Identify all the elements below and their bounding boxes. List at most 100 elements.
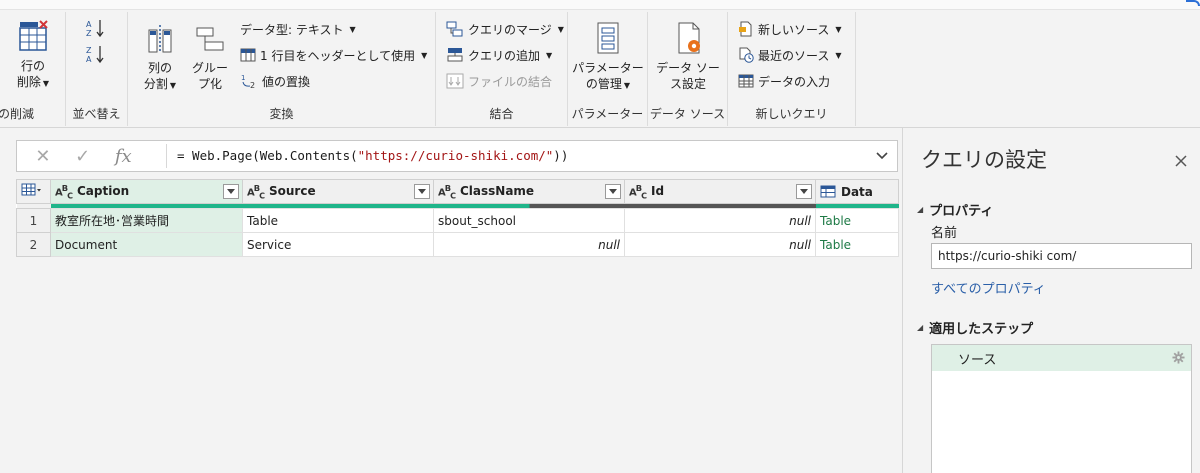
recent-sources-icon: [739, 47, 754, 63]
formula-input[interactable]: = Web.Page(Web.Contents("https://curio-s…: [177, 141, 568, 171]
split-column-icon: [148, 25, 172, 53]
row-number[interactable]: 1: [16, 208, 51, 233]
text-type-icon[interactable]: ABC: [55, 183, 73, 200]
new-source-button[interactable]: 新しいソース ▼: [738, 18, 842, 40]
remove-rows-label-2: 削除 ▼: [16, 75, 50, 89]
column-name-source: Source: [268, 184, 316, 199]
new-source-icon: [739, 21, 752, 37]
function-fx-icon[interactable]: fx: [115, 146, 132, 167]
column-header-source[interactable]: ABC Source: [242, 179, 434, 204]
group-by-icon: [196, 27, 224, 51]
combine-files-label: ファイルの結合: [468, 74, 553, 89]
svg-text:Z: Z: [86, 29, 92, 38]
append-queries-button[interactable]: クエリの追加 ▼: [446, 44, 552, 66]
query-settings-pane: クエリの設定 ◢ プロパティ 名前 https://curio-shiki co…: [902, 128, 1200, 473]
column-header-classname[interactable]: ABC ClassName: [433, 179, 625, 204]
group-label-sort: 並べ替え: [72, 107, 121, 121]
data-type-label: データ型: テキスト: [240, 22, 344, 37]
data-source-settings-icon: [678, 22, 700, 54]
filter-dropdown-icon[interactable]: [796, 184, 812, 199]
text-type-icon[interactable]: ABC: [629, 183, 647, 200]
group-label-reduce-rows: の削減: [0, 107, 35, 121]
text-type-icon[interactable]: ABC: [247, 183, 265, 200]
collapse-triangle-icon[interactable]: ◢: [917, 323, 923, 332]
row-number[interactable]: 2: [16, 232, 51, 257]
group-label-parameters: パラメーター: [571, 107, 644, 121]
replace-values-button[interactable]: 1 2 値の置換: [240, 70, 310, 92]
ribbon: 行の 削除 ▼ の削減 A Z Z A 並べ替え 列の 分割 ▼ グルー プ化 …: [0, 0, 1200, 128]
query-name-input[interactable]: https://curio-shiki com/: [931, 243, 1192, 269]
close-icon[interactable]: [1174, 154, 1188, 168]
cell-source[interactable]: Service: [242, 232, 434, 257]
cell-source[interactable]: Table: [242, 208, 434, 233]
split-column-label-1: 列の: [147, 61, 172, 75]
cancel-formula-icon[interactable]: ✕: [35, 146, 50, 167]
split-column-button[interactable]: 列の 分割 ▼: [136, 22, 184, 94]
column-name-data: Data: [841, 184, 873, 199]
cell-caption[interactable]: 教室所在地･営業時間: [50, 208, 243, 233]
filter-dropdown-icon[interactable]: [605, 184, 621, 199]
chevron-down-icon: ▼: [421, 50, 428, 60]
column-header-id[interactable]: ABC Id: [624, 179, 816, 204]
group-transform: 列の 分割 ▼ グルー プ化 データ型: テキスト ▼ 1 行目をヘッダーとして使用…: [128, 12, 436, 126]
use-first-row-as-headers-button[interactable]: 1 行目をヘッダーとして使用 ▼: [240, 44, 427, 66]
svg-text:2: 2: [250, 81, 255, 89]
filter-dropdown-icon[interactable]: [223, 184, 239, 199]
group-by-button[interactable]: グルー プ化: [188, 22, 232, 92]
chevron-down-icon: ▼: [349, 24, 356, 34]
data-source-settings-label-1: データ ソー: [656, 61, 720, 75]
cell-classname[interactable]: sbout_school: [433, 208, 625, 233]
collapse-triangle-icon[interactable]: ◢: [917, 205, 923, 214]
expand-formula-chevron-icon[interactable]: [875, 149, 889, 163]
applied-steps-section-header[interactable]: ◢ 適用したステップ: [917, 318, 1033, 337]
chevron-down-icon: ▼: [835, 24, 842, 34]
cell-data-table-link[interactable]: Table: [815, 208, 899, 233]
applied-step-label: ソース: [958, 352, 997, 368]
manage-parameters-button[interactable]: パラメーター の管理 ▼: [572, 20, 644, 94]
remove-rows-label-1: 行の: [20, 59, 45, 73]
table-type-icon[interactable]: [820, 185, 836, 198]
data-type-dropdown[interactable]: データ型: テキスト ▼: [240, 18, 356, 40]
filter-dropdown-icon[interactable]: [414, 184, 430, 199]
chevron-down-icon: ▼: [557, 24, 564, 34]
group-combine: クエリのマージ ▼ クエリの追加 ▼ ファイルの結合 結合: [436, 12, 568, 126]
text-type-icon[interactable]: ABC: [438, 183, 456, 200]
formula-buttons: ✕ ✓ fx: [17, 141, 150, 171]
table-corner-menu[interactable]: [16, 179, 51, 204]
svg-text:1: 1: [241, 74, 245, 82]
replace-values-label: 値の置換: [262, 74, 311, 89]
combine-files-button[interactable]: ファイルの結合: [446, 70, 552, 92]
replace-values-icon: 1 2: [241, 74, 255, 89]
recent-sources-label: 最近のソース: [758, 48, 830, 63]
merge-queries-button[interactable]: クエリのマージ ▼: [446, 18, 564, 40]
cell-classname[interactable]: null: [433, 232, 625, 257]
cell-id[interactable]: null: [624, 208, 816, 233]
chevron-down-icon: ▼: [546, 50, 553, 60]
cell-id[interactable]: null: [624, 232, 816, 257]
column-header-caption[interactable]: ABC Caption: [50, 179, 243, 204]
commit-formula-icon[interactable]: ✓: [75, 146, 90, 167]
group-sort: A Z Z A 並べ替え: [66, 12, 128, 126]
enter-data-button[interactable]: データの入力: [738, 70, 830, 92]
split-column-label-2: 分割 ▼: [143, 77, 177, 91]
gear-icon[interactable]: [1172, 351, 1185, 364]
remove-rows-button[interactable]: 行の 削除 ▼: [10, 20, 56, 92]
sort-ascending-icon: A Z: [86, 20, 104, 38]
query-settings-title: クエリの設定: [921, 148, 1047, 172]
properties-header-label: プロパティ: [929, 204, 994, 219]
all-properties-link[interactable]: すべてのプロパティ: [931, 278, 1046, 297]
svg-text:A: A: [86, 20, 92, 29]
sort-ascending-button[interactable]: A Z: [84, 18, 108, 42]
column-header-data[interactable]: Data: [815, 179, 899, 204]
recent-sources-button[interactable]: 最近のソース ▼: [738, 44, 842, 66]
column-name-caption: Caption: [76, 184, 130, 199]
svg-text:A: A: [86, 55, 92, 64]
group-label-combine: 結合: [489, 107, 514, 121]
cell-data-table-link[interactable]: Table: [815, 232, 899, 257]
applied-step-item[interactable]: ソース: [932, 345, 1191, 371]
sort-descending-button[interactable]: Z A: [84, 44, 108, 68]
cell-caption[interactable]: Document: [50, 232, 243, 257]
data-source-settings-button[interactable]: データ ソー ス設定: [652, 20, 724, 92]
group-reduce-rows: 行の 削除 ▼ の削減: [0, 12, 66, 126]
properties-section-header[interactable]: ◢ プロパティ: [917, 200, 993, 219]
